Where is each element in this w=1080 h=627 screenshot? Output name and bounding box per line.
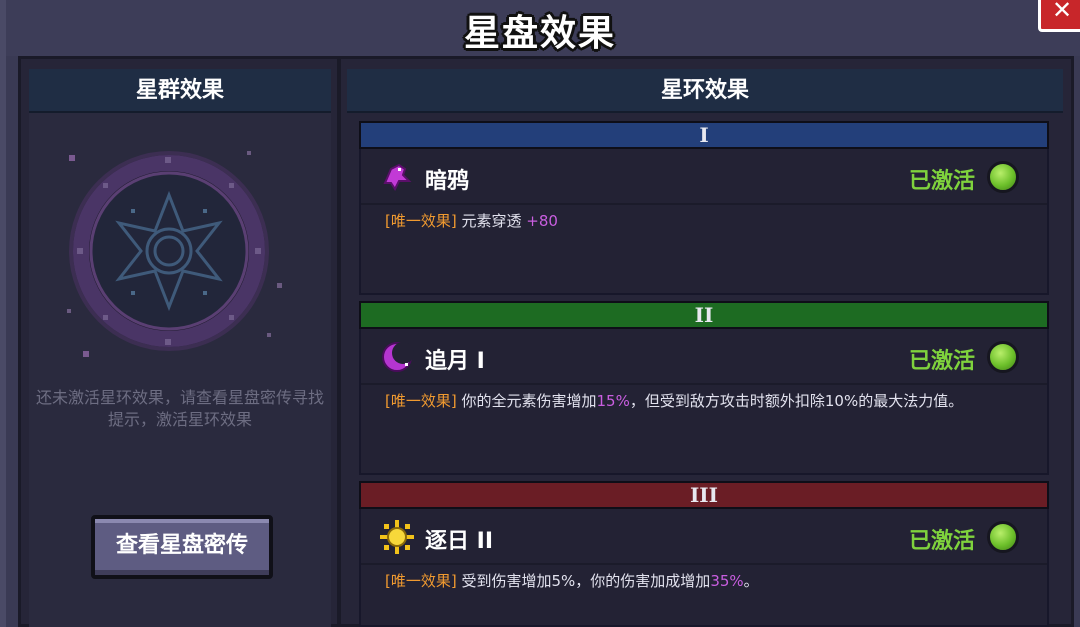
desc-text-tail: ，但受到敌方攻击时额外扣除10%的最大法力值。 [629,392,964,410]
constellation-header: 星群效果 [29,69,331,113]
close-icon: ✕ [1051,0,1073,24]
ring-name-3: 逐日 II [425,529,494,554]
close-button[interactable]: ✕ [1038,0,1080,32]
desc-text: 受到伤害增加5%，你的伤害加成增加 [461,572,711,590]
active-indicator-icon [987,161,1019,193]
ring-name-1: 暗鸦 [425,169,470,194]
window-title: 星盘效果 [463,13,616,54]
constellation-panel: 星群效果 还未激活星环效果，请查看星盘密传寻找提示，激活星环效果 查看星盘密传 [29,69,331,627]
desc-text: 元素穿透 [461,212,527,230]
ring-status-3: 已激活 [908,529,975,554]
raven-icon [383,163,412,191]
ring-card-2: 追月 I 已激活 [唯一效果] 你的全元素伤害增加15%，但受到敌方攻击时额外扣… [359,329,1049,475]
desc-highlight: 35% [710,572,744,590]
ring-card-1: 暗鸦 已激活 [唯一效果] 元素穿透 +80 [359,149,1049,295]
effect-tag: [唯一效果] [385,572,457,590]
desc-highlight: +80 [526,212,558,230]
ring-name-2: 追月 I [425,349,485,374]
ring-desc-1: [唯一效果] 元素穿透 +80 [361,205,1047,231]
ring-section-3: III 逐日 II 已激活 [唯一效果] 受到伤害增加5%，你的伤害加成增加35… [359,481,1049,627]
ring-bar-1: I [359,121,1049,149]
ring-card-3: 逐日 II 已激活 [唯一效果] 受到伤害增加5%，你的伤害加成增加35%。 [359,509,1049,627]
ring-bar-3: III [359,481,1049,509]
hint-text: 还未激活星环效果，请查看星盘密传寻找提示，激活星环效果 [35,388,324,429]
active-indicator-icon [987,521,1019,553]
crescent-moon-icon [382,342,414,372]
ring-status-1: 已激活 [908,169,975,194]
ring-effects-header: 星环效果 [347,69,1063,113]
ring-section-2: II 追月 I 已激活 [唯一效果] 你的全元素伤害增加15%，但受到敌方攻击时… [359,301,1049,475]
view-secret-button[interactable]: 查看星盘密传 [91,515,273,579]
desc-highlight: 15% [596,392,630,410]
desc-text-tail: 。 [743,572,759,590]
ring-desc-3: [唯一效果] 受到伤害增加5%，你的伤害加成增加35%。 [361,565,1047,591]
effect-tag: [唯一效果] [385,392,457,410]
desc-text: 你的全元素伤害增加 [461,392,597,410]
ring-section-1: I 暗鸦 已激活 [唯一效果] 元素穿透 +80 [359,121,1049,295]
ring-status-2: 已激活 [908,349,975,374]
ring-desc-2: [唯一效果] 你的全元素伤害增加15%，但受到敌方攻击时额外扣除10%的最大法力… [361,385,1047,411]
sun-icon [380,520,414,554]
star-disc-icon [67,133,317,363]
panel-divider [337,59,341,627]
content-area: 星群效果 还未激活星环效果，请查看星盘密传寻找提示，激活星环效果 查看星盘密传 … [18,56,1074,627]
ring-effects-panel: 星环效果 I 暗鸦 已激活 [唯一效果] 元素穿透 +80 II 追月 I 已激… [347,69,1063,627]
ring-bar-2: II [359,301,1049,329]
active-indicator-icon [987,341,1019,373]
effect-tag: [唯一效果] [385,212,457,230]
